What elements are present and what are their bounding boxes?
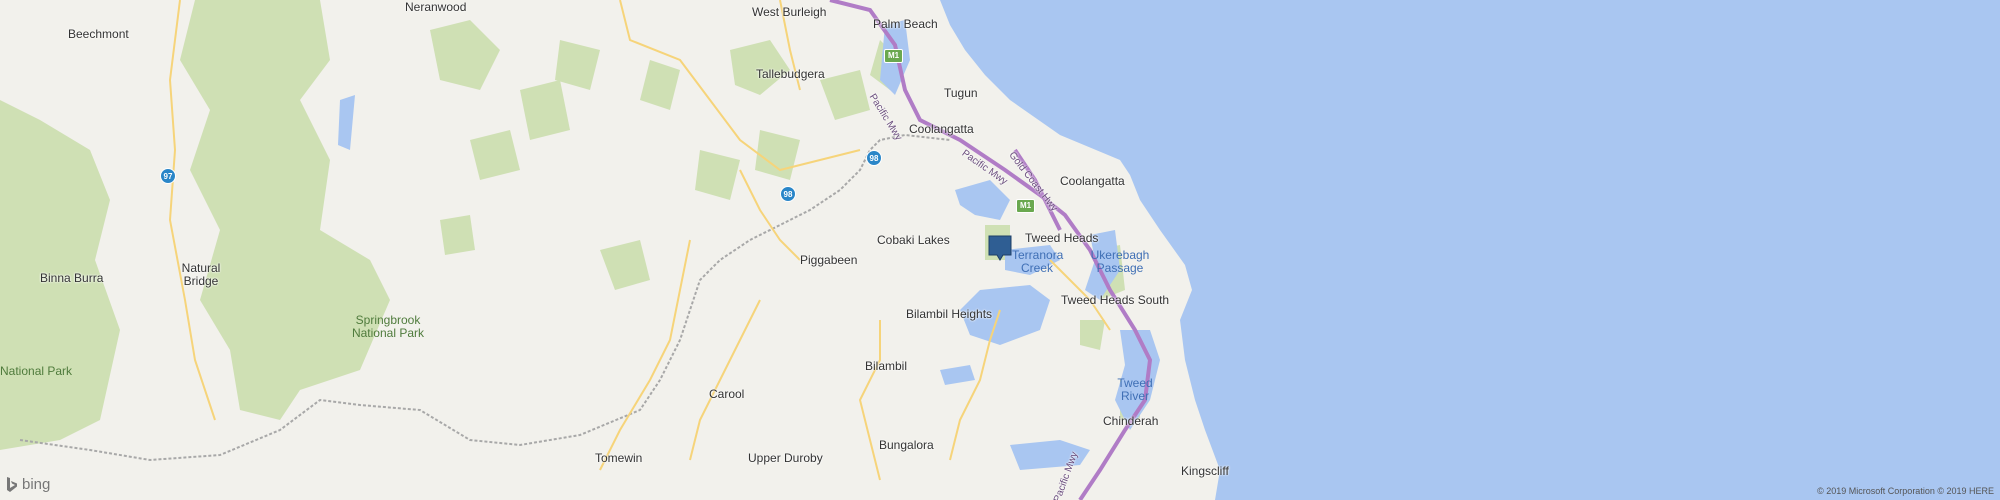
water-tweed-river: Tweed River (1117, 376, 1153, 403)
logo-text: bing (22, 476, 51, 493)
bing-logo[interactable]: bing (6, 476, 50, 493)
place-coolangatta: Coolangatta (1060, 174, 1125, 188)
place-tallebudgera: Tallebudgera (756, 67, 825, 81)
place-bilambil: Bilambil (865, 359, 908, 373)
park-national-park: National Park (0, 364, 73, 378)
place-west-burleigh: West Burleigh (752, 5, 827, 19)
place-kingscliff: Kingscliff (1181, 464, 1229, 478)
place-bilambil-heights: Bilambil Heights (906, 307, 993, 321)
place-beechmont: Beechmont (68, 27, 129, 41)
place-upper-duroby: Upper Duroby (748, 451, 823, 465)
route-m1-shield: M1 (884, 49, 904, 63)
place-piggabeen: Piggabeen (800, 253, 858, 267)
route-97-shield: 97 (160, 168, 176, 184)
place-tugun: Tugun (944, 86, 978, 100)
route-98-shield: 98 (780, 186, 796, 202)
route-98-shield: 98 (866, 150, 882, 166)
place-tweed-heads: Tweed Heads (1025, 231, 1099, 245)
place-chinderah: Chinderah (1103, 414, 1159, 428)
route-m1-shield: M1 (1016, 199, 1036, 213)
place-tomewin: Tomewin (595, 451, 643, 465)
place-carool: Carool (709, 387, 745, 401)
location-marker[interactable] (988, 235, 1012, 261)
park-springbrook: Springbrook National Park (351, 313, 425, 340)
place-tweed-heads-south: Tweed Heads South (1061, 293, 1170, 307)
place-palm-beach: Palm Beach (873, 17, 938, 31)
place-coolangatta: Coolangatta (909, 122, 974, 136)
pin-icon (988, 235, 1012, 261)
bing-icon (7, 476, 17, 492)
place-binna-burra: Binna Burra (40, 271, 104, 285)
map-attribution: © 2019 Microsoft Corporation © 2019 HERE (1817, 486, 1994, 496)
place-natural-bridge: Natural Bridge (181, 261, 221, 288)
water-terranora-creek: Terranora Creek (1012, 248, 1064, 275)
place-bungalora: Bungalora (879, 438, 934, 452)
place-neranwood: Neranwood (405, 0, 467, 14)
map-canvas[interactable]: Neranwood West Burleigh Palm Beach Beech… (0, 0, 2000, 500)
place-cobaki-lakes: Cobaki Lakes (877, 233, 950, 247)
water-ukerebagh-passage: Ukerebagh Passage (1090, 248, 1150, 275)
